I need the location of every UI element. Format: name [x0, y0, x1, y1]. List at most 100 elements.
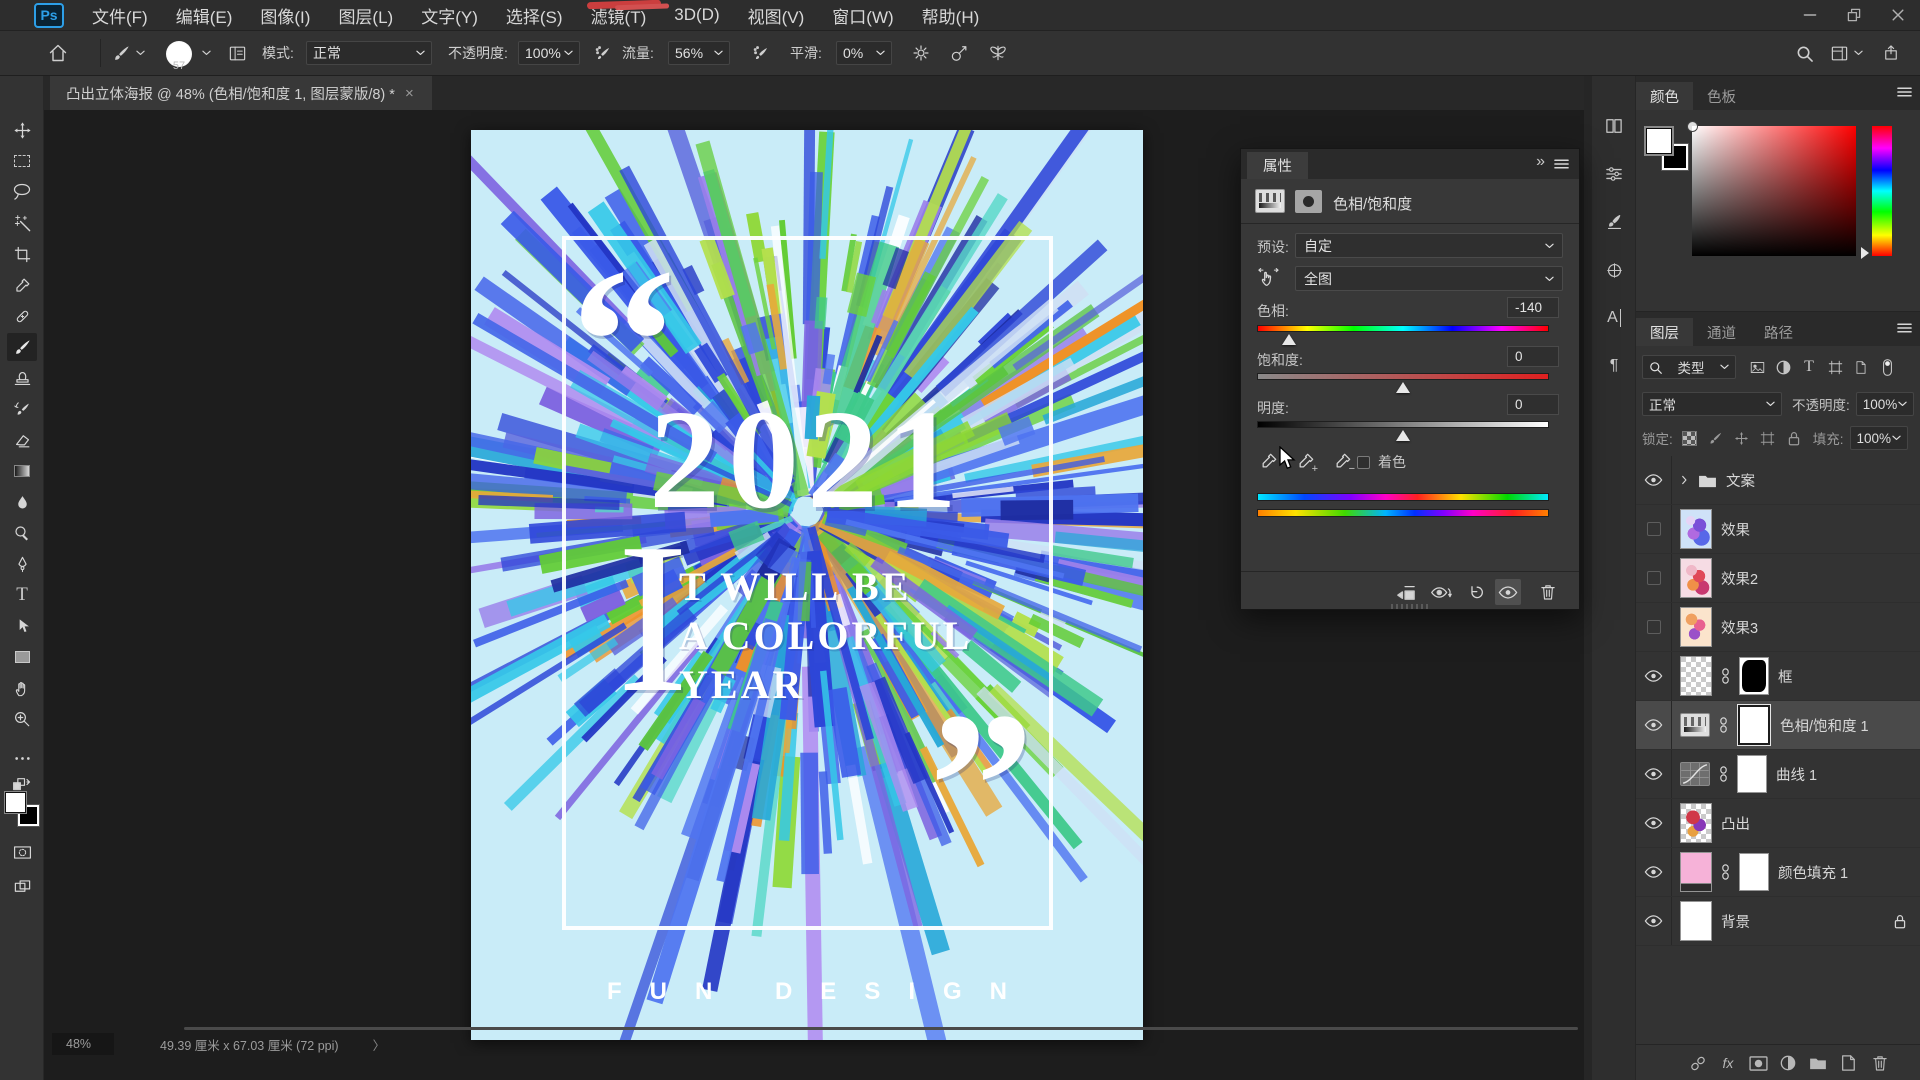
poster-document[interactable]: “ 2021 I T WILL BEA COLORFULYEAR ” FUN D…: [471, 130, 1143, 1040]
visibility-eye-icon[interactable]: [1636, 701, 1672, 749]
photoshop-logo[interactable]: Ps: [34, 3, 64, 28]
filter-type-select[interactable]: 类型: [1642, 355, 1736, 379]
layer-row[interactable]: 颜色填充 1: [1636, 848, 1920, 897]
color-picker-ring[interactable]: [1687, 121, 1698, 132]
tab-layers[interactable]: 图层: [1636, 318, 1693, 346]
saturation-slider-thumb[interactable]: [1396, 382, 1410, 393]
mask-link-icon[interactable]: [1721, 864, 1730, 880]
layer-name[interactable]: 效果2: [1721, 568, 1758, 589]
gradient-tool[interactable]: [7, 457, 37, 485]
airbrush-icon[interactable]: [752, 31, 771, 75]
hue-strip-marker[interactable]: [1861, 247, 1869, 259]
menu-edit[interactable]: 编辑(E): [162, 0, 247, 30]
layer-name[interactable]: 色相/饱和度 1: [1780, 715, 1869, 736]
panel-menu-icon[interactable]: [1897, 86, 1912, 98]
layer-mask-thumbnail[interactable]: [1739, 853, 1769, 891]
layer-row[interactable]: 凸出: [1636, 799, 1920, 848]
visibility-toggle-empty[interactable]: [1636, 505, 1672, 553]
search-icon[interactable]: [1796, 31, 1813, 75]
targeted-adjustment-icon[interactable]: [1257, 266, 1279, 291]
layer-mask-thumbnail[interactable]: [1740, 707, 1768, 743]
marquee-tool[interactable]: [7, 147, 37, 175]
lock-position-icon[interactable]: [1729, 431, 1755, 446]
clone-stamp-tool[interactable]: [7, 364, 37, 392]
menu-view[interactable]: 视图(V): [734, 0, 819, 30]
layer-fill-select[interactable]: 100%: [1850, 426, 1908, 450]
lightness-slider[interactable]: [1257, 421, 1549, 428]
lasso-tool[interactable]: [7, 178, 37, 206]
foreground-background-swatches[interactable]: [1646, 128, 1692, 174]
smoothing-options-gear-icon[interactable]: [912, 31, 930, 75]
layer-blend-mode-select[interactable]: 正常: [1642, 392, 1782, 416]
layer-row[interactable]: 效果2: [1636, 554, 1920, 603]
hue-slider-thumb[interactable]: [1282, 334, 1296, 345]
brush-tool[interactable]: [7, 333, 37, 361]
hue-slider[interactable]: [1257, 325, 1549, 332]
lock-transparency-icon[interactable]: [1677, 431, 1703, 446]
reset-adjustment-icon[interactable]: [1463, 579, 1489, 605]
layer-mask-thumbnail[interactable]: [1737, 755, 1767, 793]
menu-file[interactable]: 文件(F): [78, 0, 162, 30]
document-tab[interactable]: 凸出立体海报 @ 48% (色相/饱和度 1, 图层蒙版/8) * ×: [50, 76, 432, 110]
visibility-eye-icon[interactable]: [1636, 848, 1672, 896]
filter-smart-objects-icon[interactable]: [1848, 360, 1874, 375]
filter-adjustment-layers-icon[interactable]: [1770, 360, 1796, 375]
workspace-switcher[interactable]: [1830, 31, 1863, 75]
healing-brush-tool[interactable]: [7, 302, 37, 330]
blend-mode-select[interactable]: 正常: [306, 41, 432, 65]
panel-menu-icon[interactable]: [1554, 158, 1569, 170]
add-layer-mask-icon[interactable]: [1746, 1051, 1770, 1075]
menu-window[interactable]: 窗口(W): [818, 0, 907, 30]
hue-strip[interactable]: [1872, 126, 1892, 256]
layer-row[interactable]: 效果3: [1636, 603, 1920, 652]
eyedropper-subtract-icon[interactable]: −: [1331, 449, 1355, 473]
properties-tab[interactable]: 属性: [1247, 152, 1308, 179]
blur-tool[interactable]: [7, 488, 37, 516]
visibility-toggle-empty[interactable]: [1636, 554, 1672, 602]
zoom-level-field[interactable]: 48%: [52, 1033, 114, 1055]
brush-preset-picker[interactable]: 57: [162, 31, 196, 75]
channel-range-select[interactable]: 全图: [1295, 266, 1563, 291]
rectangle-tool[interactable]: [7, 643, 37, 671]
selected-mask-frame[interactable]: [1737, 704, 1771, 746]
visibility-toggle-empty[interactable]: [1636, 603, 1672, 651]
menu-help[interactable]: 帮助(H): [908, 0, 994, 30]
hue-saturation-layer-icon[interactable]: [1680, 713, 1710, 737]
tab-paths[interactable]: 路径: [1750, 318, 1807, 346]
zoom-tool[interactable]: [7, 705, 37, 733]
path-selection-tool[interactable]: [7, 612, 37, 640]
tab-close-icon[interactable]: ×: [405, 85, 414, 102]
symmetry-butterfly-icon[interactable]: [988, 31, 1008, 75]
mask-link-icon[interactable]: [1719, 766, 1728, 782]
color-fill-layer-thumbnail[interactable]: [1680, 852, 1712, 892]
layer-row[interactable]: 效果: [1636, 505, 1920, 554]
hand-tool[interactable]: [7, 674, 37, 702]
visibility-eye-icon[interactable]: [1636, 456, 1672, 504]
horizontal-scrollbar[interactable]: [184, 1027, 1578, 1030]
filter-toggle-switch[interactable]: [1874, 358, 1900, 377]
menu-layer[interactable]: 图层(L): [324, 0, 407, 30]
layer-row-selected[interactable]: 色相/饱和度 1: [1636, 701, 1920, 750]
layer-thumbnail[interactable]: [1680, 901, 1712, 941]
layer-thumbnail[interactable]: [1680, 509, 1712, 549]
menu-3d[interactable]: 3D(D): [660, 0, 733, 30]
menu-filter[interactable]: 滤镜(T): [577, 0, 661, 30]
group-expand-chevron-icon[interactable]: [1682, 476, 1688, 485]
lightness-slider-thumb[interactable]: [1396, 430, 1410, 441]
share-icon[interactable]: [1882, 31, 1900, 75]
panel-columns-icon[interactable]: [1600, 112, 1628, 140]
crop-tool[interactable]: [7, 240, 37, 268]
layer-style-fx-icon[interactable]: fx: [1716, 1051, 1740, 1075]
dodge-tool[interactable]: [7, 519, 37, 547]
layer-name[interactable]: 效果: [1721, 519, 1750, 540]
saturation-value-field[interactable]: 0: [1507, 346, 1559, 367]
visibility-eye-icon[interactable]: [1636, 897, 1672, 945]
paragraph-panel-icon[interactable]: ¶: [1600, 352, 1628, 380]
colorize-checkbox[interactable]: [1357, 456, 1370, 469]
lock-pixels-icon[interactable]: [1703, 431, 1729, 446]
layer-thumbnail[interactable]: [1680, 656, 1712, 696]
dock-divider[interactable]: [1584, 76, 1592, 1080]
view-previous-state-icon[interactable]: [1427, 579, 1453, 605]
smoothing-select[interactable]: 0%: [836, 41, 892, 65]
opacity-select[interactable]: 100%: [518, 41, 580, 65]
